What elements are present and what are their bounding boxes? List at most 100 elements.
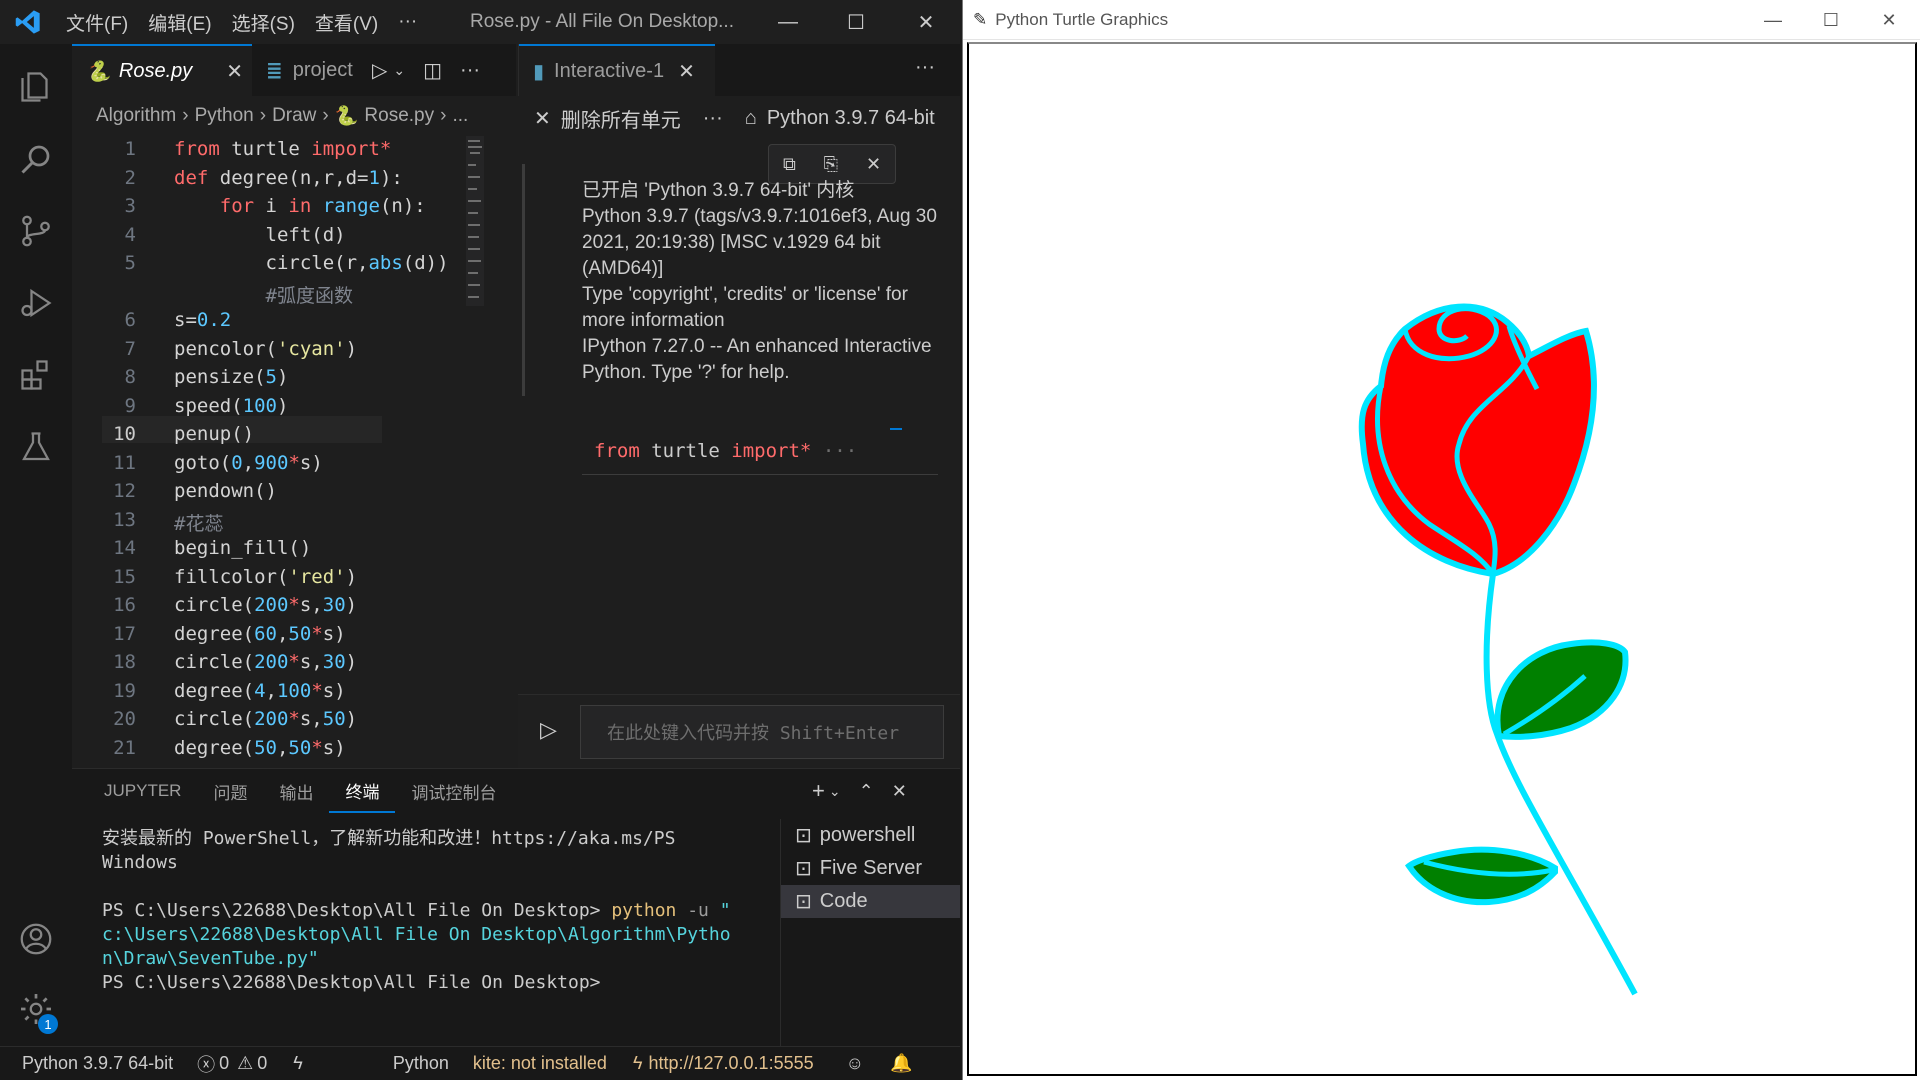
- breadcrumb-item[interactable]: Python: [195, 105, 254, 127]
- search-icon[interactable]: [0, 124, 72, 194]
- code-line[interactable]: fillcolor('red'): [174, 566, 357, 588]
- menu-selection[interactable]: 选择(S): [222, 9, 305, 36]
- tab-terminal[interactable]: 终端: [329, 769, 396, 813]
- code-line[interactable]: #弧度函数: [174, 281, 353, 308]
- testing-flask-icon[interactable]: [0, 412, 72, 482]
- code-line[interactable]: degree(4,100*s): [174, 680, 346, 702]
- delete-cell-icon[interactable]: ✕: [866, 154, 881, 175]
- terminal-item-code[interactable]: ⊡ Code: [781, 885, 960, 918]
- menu-more[interactable]: ···: [388, 11, 427, 33]
- tab-output[interactable]: 输出: [263, 769, 329, 813]
- code-line[interactable]: begin_fill(): [174, 537, 311, 559]
- line-number: 4: [124, 223, 136, 246]
- warning-count[interactable]: 0: [257, 1053, 267, 1074]
- terminal-item-five-server[interactable]: ⊡ Five Server: [781, 852, 960, 885]
- terminal-line: PS C:\Users\22688\Desktop\All File On De…: [102, 972, 601, 993]
- feedback-icon[interactable]: ☺: [846, 1053, 864, 1074]
- tab-debug-console[interactable]: 调试控制台: [395, 769, 512, 813]
- more-actions-icon[interactable]: ···: [703, 107, 723, 130]
- interactive-scroll-indicator: [522, 164, 525, 396]
- tab-problems[interactable]: 问题: [197, 769, 263, 813]
- goto-code-icon[interactable]: ⎘: [824, 154, 838, 175]
- split-editor-icon[interactable]: ◫: [423, 58, 442, 83]
- code-line[interactable]: #花蕊: [174, 509, 223, 536]
- code-line[interactable]: degree(60,50*s): [174, 623, 346, 645]
- extensions-icon[interactable]: [0, 340, 72, 410]
- code-line[interactable]: left(d): [174, 224, 346, 246]
- settings-gear-icon[interactable]: 1: [0, 974, 72, 1044]
- close-window-icon[interactable]: ✕: [1859, 0, 1919, 40]
- language-mode[interactable]: Python: [393, 1053, 449, 1074]
- breadcrumb-item[interactable]: ...: [452, 105, 468, 127]
- interactive-toolbar: ✕ 删除所有单元 ··· ⌂ Python 3.9.7 64-bit: [518, 96, 960, 140]
- run-file-icon[interactable]: ▷: [372, 58, 387, 83]
- terminal-label: Five Server: [819, 857, 923, 879]
- code-line[interactable]: circle(r,abs(d)): [174, 252, 449, 274]
- five-server-url[interactable]: http://127.0.0.1:5555: [648, 1053, 813, 1074]
- code-line[interactable]: degree(50,50*s): [174, 737, 346, 759]
- code-line[interactable]: pencolor('cyan'): [174, 338, 357, 360]
- code-line[interactable]: circle(200*s,30): [174, 594, 357, 616]
- tab-interactive[interactable]: ▮ Interactive-1 ✕: [519, 44, 715, 96]
- clear-all-button[interactable]: 删除所有单元: [561, 104, 681, 133]
- more-actions-icon[interactable]: ···: [460, 59, 480, 82]
- line-number: 9: [124, 394, 136, 417]
- notifications-bell-icon[interactable]: 🔔: [890, 1053, 912, 1074]
- chevron-down-icon[interactable]: ⌄: [829, 783, 841, 800]
- code-line[interactable]: speed(100): [174, 395, 288, 417]
- tab-project[interactable]: ≣ project: [252, 44, 384, 96]
- breadcrumb-item[interactable]: Rose.py: [364, 105, 434, 127]
- more-actions-icon[interactable]: ···: [915, 56, 935, 79]
- minimize-icon[interactable]: —: [754, 0, 822, 44]
- code-editor[interactable]: 1 from turtle import* 2 def degree(n,r,d=1)…: [72, 136, 516, 768]
- close-tab-icon[interactable]: ✕: [226, 59, 243, 84]
- maximize-icon[interactable]: ☐: [822, 0, 890, 44]
- copy-icon[interactable]: ⧉: [783, 154, 796, 175]
- turtle-canvas[interactable]: [967, 42, 1917, 1076]
- tab-rose-py[interactable]: 🐍 Rose.py ✕: [72, 44, 252, 96]
- close-panel-icon[interactable]: ✕: [892, 781, 907, 802]
- chevron-down-icon[interactable]: ⌄: [393, 62, 405, 79]
- code-line[interactable]: for i in range(n):: [174, 195, 426, 217]
- code-line[interactable]: from turtle import*: [174, 138, 391, 160]
- code-line[interactable]: circle(200*s,50): [174, 708, 357, 730]
- code-line[interactable]: pendown(): [174, 480, 277, 502]
- code-line[interactable]: pensize(5): [174, 366, 288, 388]
- close-window-icon[interactable]: ✕: [892, 0, 960, 44]
- terminal-output[interactable]: 安装最新的 PowerShell，了解新功能和改进！https://aka.ms…: [102, 827, 822, 995]
- kernel-selector[interactable]: Python 3.9.7 64-bit: [767, 107, 935, 130]
- code-line[interactable]: s=0.2: [174, 309, 231, 331]
- maximize-panel-icon[interactable]: ⌃: [859, 781, 874, 802]
- account-icon[interactable]: [0, 904, 72, 974]
- cell-code[interactable]: from turtle import* ···: [594, 440, 857, 462]
- code-line[interactable]: goto(0,900*s): [174, 452, 323, 474]
- maximize-icon[interactable]: ☐: [1801, 0, 1861, 40]
- close-icon[interactable]: ✕: [534, 106, 551, 131]
- breadcrumb-item[interactable]: Draw: [272, 105, 316, 127]
- terminal-item-powershell[interactable]: ⊡ powershell: [781, 819, 960, 852]
- kite-status[interactable]: kite: not installed: [473, 1053, 607, 1074]
- run-debug-icon[interactable]: [0, 268, 72, 338]
- breadcrumb-item[interactable]: Algorithm: [96, 105, 176, 127]
- explorer-icon[interactable]: [0, 52, 72, 122]
- bottom-panel: JUPYTER 问题 输出 终端 调试控制台 + ⌄ ⌃ ✕ 安装最新的 Pow…: [72, 768, 960, 1047]
- minimize-icon[interactable]: —: [1743, 0, 1803, 40]
- lightning-icon[interactable]: ϟ: [293, 1053, 303, 1074]
- menu-edit[interactable]: 编辑(E): [138, 9, 221, 36]
- code-line[interactable]: circle(200*s,30): [174, 651, 357, 673]
- source-control-icon[interactable]: [0, 196, 72, 266]
- interpreter-status[interactable]: Python 3.9.7 64-bit: [22, 1053, 173, 1074]
- code-line[interactable]: penup(): [174, 423, 254, 445]
- error-count[interactable]: 0: [219, 1053, 229, 1074]
- python-icon: 🐍: [334, 106, 359, 127]
- menu-view[interactable]: 查看(V): [305, 9, 388, 36]
- line-number: 17: [113, 622, 136, 645]
- minimap[interactable]: [466, 136, 486, 306]
- tab-jupyter[interactable]: JUPYTER: [72, 769, 197, 813]
- close-tab-icon[interactable]: ✕: [678, 59, 695, 84]
- run-cell-icon[interactable]: ▷: [540, 717, 557, 743]
- code-line[interactable]: def degree(n,r,d=1):: [174, 167, 403, 189]
- menu-file[interactable]: 文件(F): [56, 9, 138, 36]
- code-input[interactable]: 在此处键入代码并按 Shift+Enter: [580, 705, 944, 759]
- new-terminal-icon[interactable]: +: [812, 778, 825, 804]
